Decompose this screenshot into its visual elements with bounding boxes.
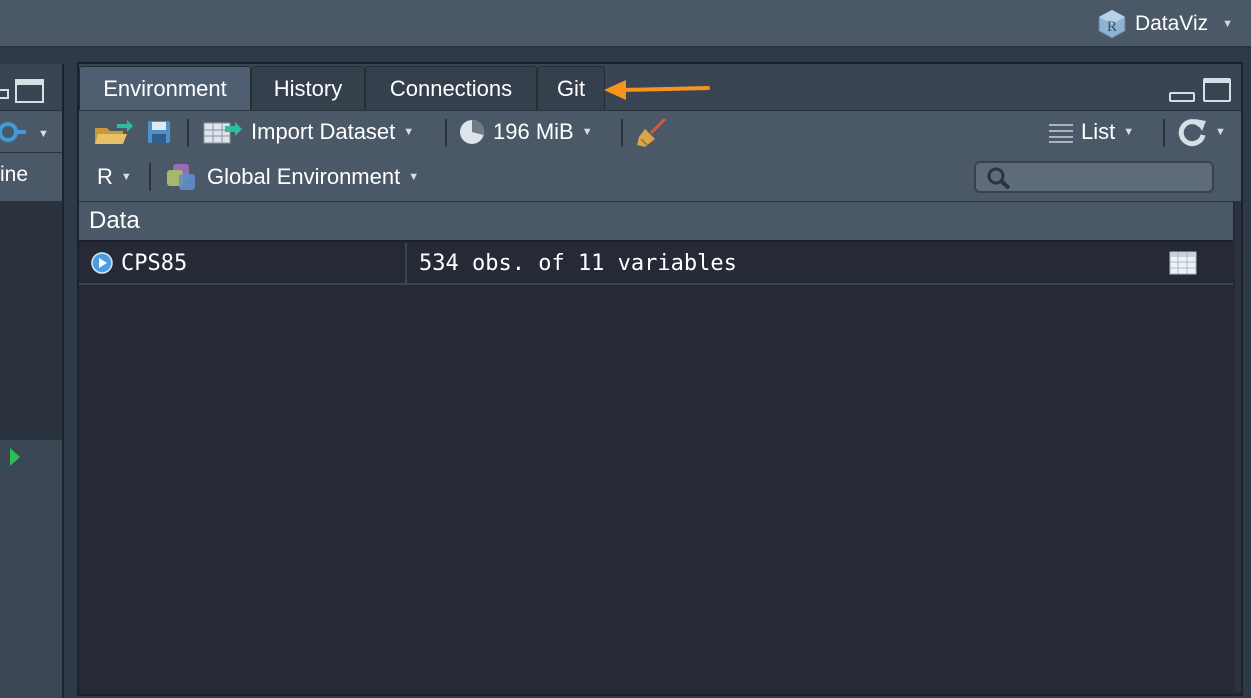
toolbar-separator: [1163, 119, 1165, 147]
left-pane-window-buttons[interactable]: [0, 78, 60, 104]
environment-icon: [167, 164, 195, 190]
chevron-down-icon: ▼: [1215, 126, 1226, 138]
refresh-button[interactable]: ▼: [1177, 111, 1226, 153]
chevron-down-icon: ▼: [1123, 126, 1135, 138]
window-buttons: [1169, 78, 1231, 102]
view-mode-label: List: [1081, 119, 1116, 144]
left-pane: ▼ ine: [0, 64, 64, 698]
list-icon: [1049, 124, 1073, 143]
toolbar-separator: [149, 163, 151, 191]
play-arrow-icon: [10, 448, 20, 466]
top-bar: R DataViz ▼: [0, 0, 1251, 48]
memory-usage-button[interactable]: 196 MiB ▼: [459, 111, 593, 153]
save-workspace-icon[interactable]: [147, 120, 171, 144]
toolbar-separator: [621, 119, 623, 147]
chevron-down-icon: ▼: [403, 126, 415, 138]
object-value: 534 obs. of 11 variables: [419, 250, 737, 276]
language-select[interactable]: R ▼: [97, 153, 132, 201]
left-pane-toolbar: ▼: [0, 110, 62, 153]
environment-select[interactable]: Global Environment ▼: [167, 153, 419, 201]
view-data-grid-icon[interactable]: [1169, 251, 1197, 275]
project-menu[interactable]: R DataViz ▼: [1097, 8, 1233, 40]
tab-environment[interactable]: Environment: [79, 66, 251, 111]
project-name: DataViz: [1134, 12, 1209, 35]
tab-git[interactable]: Git: [537, 66, 605, 111]
refresh-icon: [1178, 119, 1206, 147]
toolbar-separator: [187, 119, 189, 147]
left-pane-subbar: ine: [0, 152, 62, 201]
import-dataset-icon: [203, 122, 242, 144]
language-label: R: [97, 164, 113, 189]
annotation-arrow: [604, 80, 710, 100]
svg-text:▼: ▼: [38, 128, 49, 140]
r-project-icon: R: [1098, 9, 1126, 39]
chevron-down-icon: ▼: [408, 171, 420, 183]
left-pane-tabbar: [0, 64, 62, 110]
svg-text:R: R: [1107, 19, 1117, 35]
chevron-down-icon: ▼: [1222, 18, 1233, 30]
environment-toolbar: Import Dataset ▼ 196 MiB ▼ List ▼ ▼: [79, 110, 1241, 154]
chevron-down-icon: ▼: [120, 171, 132, 183]
data-section-header: Data: [79, 202, 1233, 242]
environment-pane: Environment History Connections Git Impo…: [77, 62, 1243, 696]
object-name: CPS85: [121, 250, 188, 276]
tab-connections[interactable]: Connections: [365, 66, 537, 111]
find-icon[interactable]: ▼: [0, 121, 52, 143]
memory-pie-icon: [460, 120, 484, 144]
data-section-title: Data: [89, 207, 140, 234]
broom-clear-icon[interactable]: [635, 117, 669, 149]
import-dataset-label: Import Dataset: [251, 119, 396, 144]
scrollbar[interactable]: [1235, 202, 1241, 692]
view-mode-button[interactable]: List ▼: [1049, 111, 1134, 153]
object-name-cell: CPS85: [79, 243, 407, 283]
memory-usage-label: 196 MiB: [493, 119, 574, 144]
environment-subbar: R ▼ Global Environment ▼: [79, 153, 1241, 202]
minimize-pane-button[interactable]: [1169, 92, 1195, 102]
toolbar-separator: [445, 119, 447, 147]
left-pane-label: ine: [0, 163, 29, 186]
environment-label: Global Environment: [207, 164, 401, 189]
maximize-pane-button[interactable]: [1203, 78, 1231, 102]
expand-row-icon[interactable]: [91, 252, 113, 274]
search-icon: [987, 167, 1011, 190]
search-input[interactable]: [974, 161, 1214, 193]
left-pane-lower: [0, 440, 62, 698]
tab-history[interactable]: History: [251, 66, 365, 111]
table-row[interactable]: CPS85 534 obs. of 11 variables: [79, 243, 1233, 285]
load-workspace-icon[interactable]: [93, 120, 133, 146]
import-dataset-button[interactable]: Import Dataset ▼: [203, 111, 414, 153]
chevron-down-icon: ▼: [581, 126, 593, 138]
